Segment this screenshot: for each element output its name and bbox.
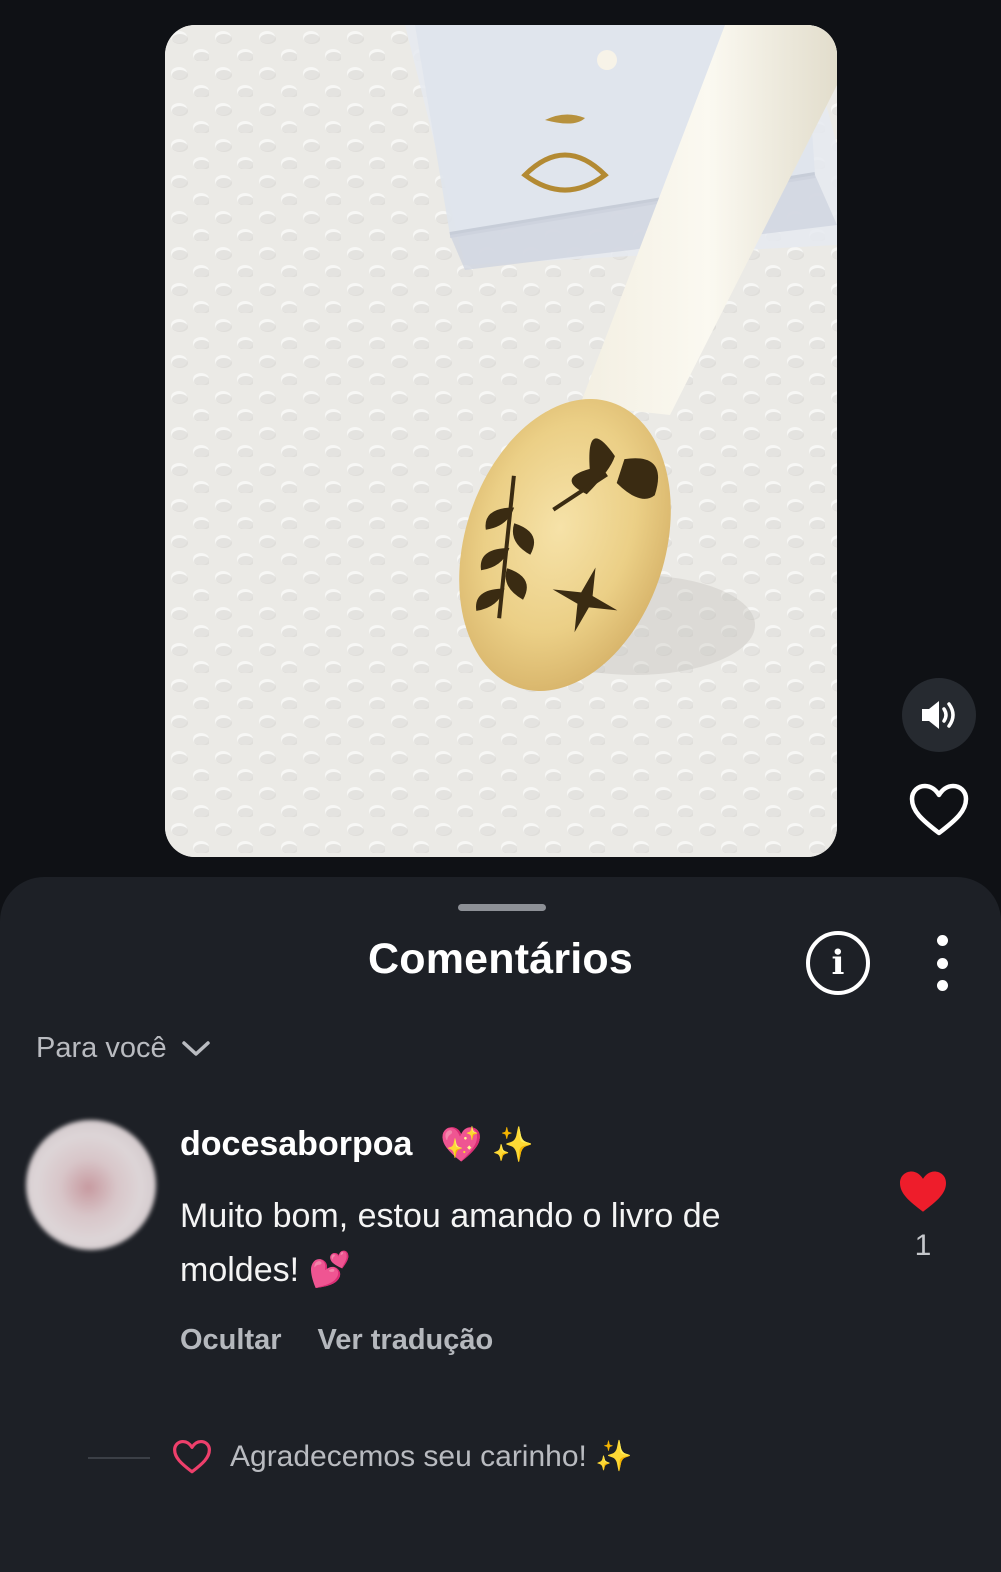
more-dot-icon — [936, 935, 948, 946]
sort-dropdown[interactable]: Para você — [36, 1032, 211, 1065]
sheet-drag-handle[interactable] — [458, 904, 546, 911]
hide-comment-button[interactable]: Ocultar — [180, 1324, 282, 1357]
heart-outline-icon — [909, 783, 969, 836]
comment-like-count: 1 — [914, 1229, 932, 1262]
heart-outline-icon — [173, 1439, 211, 1474]
comment-text: Muito bom, estou amando o livro de molde… — [180, 1197, 721, 1289]
sound-toggle-button[interactable] — [902, 678, 976, 752]
translate-button[interactable]: Ver tradução — [318, 1324, 494, 1357]
speaker-volume-icon — [922, 701, 955, 729]
info-icon: i — [831, 943, 845, 983]
comment-like-button[interactable] — [896, 1168, 950, 1216]
reply-thread-line — [88, 1457, 150, 1459]
heart-filled-icon — [900, 1171, 946, 1212]
comment-actions: Ocultar Ver tradução — [180, 1324, 493, 1357]
avatar[interactable] — [26, 1120, 156, 1250]
like-video-button[interactable] — [904, 778, 974, 842]
more-options-button[interactable] — [920, 935, 964, 991]
video-player[interactable] — [165, 25, 837, 857]
sort-label: Para você — [36, 1032, 167, 1064]
more-dot-icon — [936, 980, 948, 991]
more-dot-icon — [936, 957, 948, 969]
info-button[interactable]: i — [806, 931, 870, 995]
reply-text: Agradecemos seu carinho! ✨ — [230, 1440, 633, 1473]
comment-user-badges: 💖 ✨ — [440, 1126, 535, 1164]
video-frame-image — [165, 25, 837, 857]
comments-sheet: Comentários i Para você docesaborpoa 💖 ✨… — [0, 877, 1001, 1572]
chevron-down-icon — [181, 1040, 210, 1056]
comment-username[interactable]: docesaborpoa — [180, 1125, 412, 1164]
